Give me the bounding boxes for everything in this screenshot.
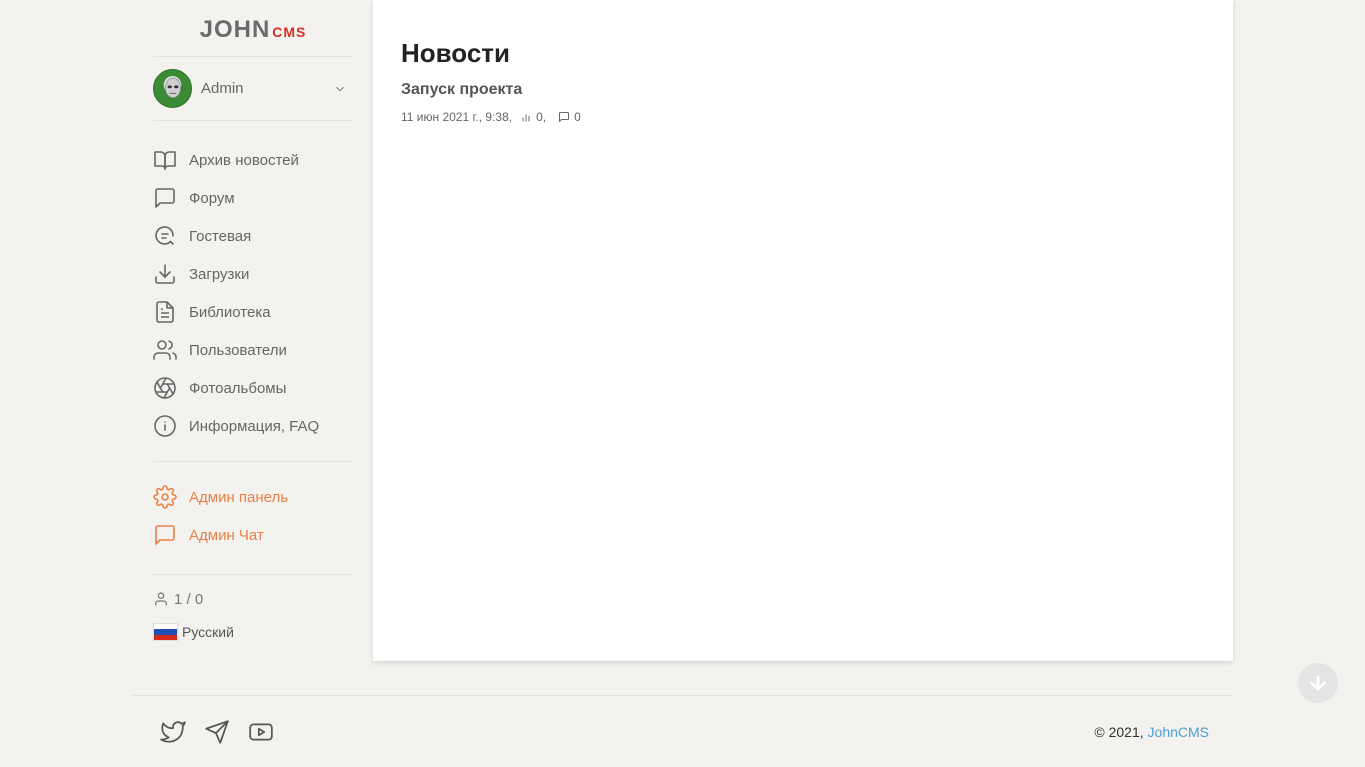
chevron-down-icon bbox=[336, 86, 344, 92]
menu-item-photo-albums[interactable]: Фотоальбомы bbox=[153, 369, 353, 407]
twitter-link[interactable] bbox=[160, 719, 186, 745]
menu-item-label: Админ панель bbox=[189, 488, 289, 506]
main-menu: Архив новостей Форум Гостевая Загрузки Б… bbox=[153, 121, 353, 462]
language-selector[interactable]: Русский bbox=[153, 623, 353, 641]
social-links bbox=[160, 719, 274, 745]
users-icon bbox=[153, 340, 177, 360]
telegram-icon bbox=[205, 719, 229, 744]
menu-item-label: Библиотека bbox=[189, 303, 271, 321]
footer: © 2021, JohnCMS bbox=[133, 695, 1233, 767]
news-meta: 11 июн 2021 г., 9:38, 0, 0 bbox=[401, 110, 1205, 124]
bar-chart-icon bbox=[522, 114, 530, 122]
message-square-icon bbox=[155, 525, 175, 545]
youtube-icon bbox=[249, 723, 273, 740]
info-icon bbox=[154, 415, 176, 437]
menu-item-label: Информация, FAQ bbox=[189, 417, 320, 435]
menu-item-label: Пользователи bbox=[189, 341, 287, 359]
menu-item-label: Загрузки bbox=[189, 265, 250, 283]
aperture-icon bbox=[154, 377, 176, 399]
sidebar: JOHN CMS Admin Архив новостей Форум Госте… bbox=[153, 0, 353, 641]
user-icon bbox=[155, 592, 167, 606]
language-label: Русский bbox=[182, 624, 234, 640]
logo[interactable]: JOHN CMS bbox=[153, 0, 353, 57]
avatar bbox=[153, 69, 192, 108]
online-count: 1 / 0 bbox=[174, 590, 204, 608]
menu-item-label: Гостевая bbox=[189, 227, 252, 245]
menu-item-guestbook[interactable]: Гостевая bbox=[153, 217, 353, 255]
johncms-link[interactable]: JohnCMS bbox=[1148, 724, 1209, 740]
news-comments: 0 bbox=[574, 110, 581, 124]
message-square-icon bbox=[155, 188, 175, 208]
online-counter[interactable]: 1 / 0 bbox=[153, 589, 353, 609]
gear-icon bbox=[153, 485, 177, 509]
comment-icon bbox=[559, 112, 570, 122]
news-views: 0, bbox=[536, 110, 547, 124]
logo-suffix: CMS bbox=[272, 24, 307, 40]
menu-item-info-faq[interactable]: Информация, FAQ bbox=[153, 407, 353, 445]
main-content: Новости Запуск проекта 11 июн 2021 г., 9… bbox=[373, 0, 1233, 661]
page-title: Новости bbox=[401, 38, 511, 68]
russian-flag-icon bbox=[153, 623, 178, 641]
download-icon bbox=[155, 264, 175, 284]
menu-item-admin-chat[interactable]: Админ Чат bbox=[153, 516, 353, 554]
menu-item-label: Форум bbox=[189, 189, 235, 207]
news-title-link[interactable]: Запуск проекта bbox=[401, 81, 1205, 99]
menu-item-admin-panel[interactable]: Админ панель bbox=[153, 478, 353, 516]
twitter-icon bbox=[160, 720, 186, 743]
menu-item-users[interactable]: Пользователи bbox=[153, 331, 353, 369]
menu-item-forum[interactable]: Форум bbox=[153, 179, 353, 217]
arrow-down-icon bbox=[1310, 675, 1326, 691]
book-icon bbox=[154, 151, 176, 170]
menu-item-label: Фотоальбомы bbox=[189, 379, 287, 397]
scroll-down-button[interactable] bbox=[1298, 663, 1338, 703]
menu-item-downloads[interactable]: Загрузки bbox=[153, 255, 353, 293]
menu-item-library[interactable]: Библиотека bbox=[153, 293, 353, 331]
site-stats: 1 / 0 Русский bbox=[153, 575, 353, 641]
telegram-link[interactable] bbox=[204, 719, 230, 745]
menu-item-label: Админ Чат bbox=[189, 526, 264, 544]
news-date: 11 июн 2021 г., 9:38, bbox=[401, 110, 513, 124]
guestbook-icon bbox=[155, 226, 174, 245]
copyright: © 2021, JohnCMS bbox=[1094, 723, 1209, 740]
user-name: Admin bbox=[201, 80, 244, 97]
menu-item-label: Архив новостей bbox=[189, 151, 299, 169]
menu-item-news-archive[interactable]: Архив новостей bbox=[153, 141, 353, 179]
youtube-link[interactable] bbox=[248, 719, 274, 745]
file-text-icon bbox=[156, 301, 174, 323]
admin-menu: Админ панель Админ Чат bbox=[153, 462, 353, 575]
user-menu-toggle[interactable]: Admin bbox=[153, 57, 353, 121]
logo-main: JOHN bbox=[199, 16, 271, 43]
